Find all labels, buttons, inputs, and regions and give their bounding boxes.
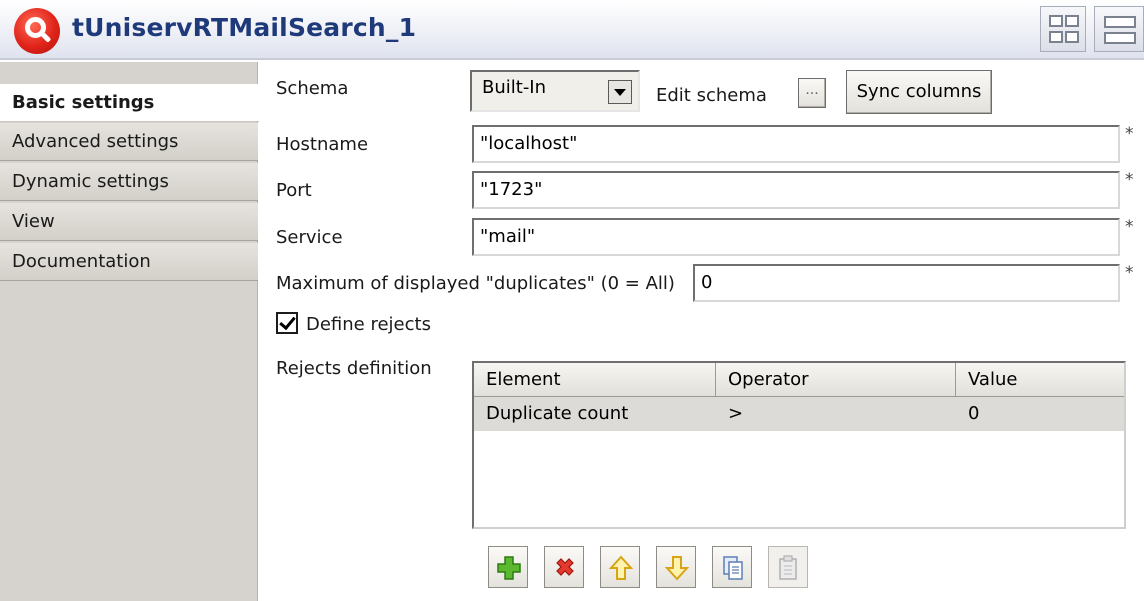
column-header-element[interactable]: Element bbox=[474, 363, 716, 397]
add-icon bbox=[497, 556, 521, 580]
max-duplicates-required-mark: * bbox=[1125, 263, 1134, 283]
max-duplicates-input[interactable]: 0 bbox=[693, 264, 1120, 302]
schema-select[interactable]: Built-In bbox=[470, 70, 640, 112]
tab-basic-settings[interactable]: Basic settings bbox=[0, 84, 259, 122]
define-rejects-label: Define rejects bbox=[306, 314, 431, 335]
delete-icon bbox=[556, 558, 574, 576]
hostname-input[interactable]: "localhost" bbox=[472, 125, 1120, 163]
cell-operator[interactable]: > bbox=[716, 397, 956, 431]
port-required-mark: * bbox=[1125, 170, 1134, 190]
move-down-button[interactable] bbox=[656, 546, 696, 588]
port-label: Port bbox=[276, 180, 312, 201]
max-duplicates-label: Maximum of displayed "duplicates" (0 = A… bbox=[276, 273, 675, 294]
hostname-label: Hostname bbox=[276, 134, 369, 155]
move-up-icon bbox=[608, 555, 634, 580]
list-view-icon[interactable] bbox=[1094, 6, 1144, 52]
cell-value[interactable]: 0 bbox=[956, 397, 1124, 431]
add-row-button[interactable] bbox=[488, 546, 528, 588]
hostname-required-mark: * bbox=[1125, 124, 1134, 144]
component-logo-icon bbox=[14, 8, 60, 54]
column-header-operator[interactable]: Operator bbox=[716, 363, 956, 397]
service-label: Service bbox=[276, 227, 343, 248]
service-input[interactable]: "mail" bbox=[472, 218, 1120, 256]
paste-button[interactable] bbox=[768, 546, 808, 588]
copy-icon bbox=[723, 556, 743, 580]
delete-row-button[interactable] bbox=[544, 546, 584, 588]
schema-select-value: Built-In bbox=[482, 77, 547, 98]
edit-schema-button[interactable]: ... bbox=[798, 78, 826, 108]
cell-element[interactable]: Duplicate count bbox=[474, 397, 716, 431]
schema-label: Schema bbox=[276, 78, 349, 99]
sync-columns-button[interactable]: Sync columns bbox=[846, 70, 992, 114]
rejects-table: Element Operator Value Duplicate count >… bbox=[472, 361, 1126, 529]
edit-schema-label: Edit schema bbox=[656, 85, 767, 106]
copy-button[interactable] bbox=[712, 546, 752, 588]
title-bar: tUniservRTMailSearch_1 bbox=[0, 0, 1144, 60]
port-input[interactable]: "1723" bbox=[472, 171, 1120, 209]
table-row[interactable]: Duplicate count > 0 bbox=[474, 397, 1124, 431]
service-required-mark: * bbox=[1125, 217, 1134, 237]
move-up-button[interactable] bbox=[600, 546, 640, 588]
settings-sidebar: Basic settings Advanced settings Dynamic… bbox=[0, 62, 259, 601]
column-header-value[interactable]: Value bbox=[956, 363, 1124, 397]
paste-icon bbox=[779, 555, 797, 580]
tab-view[interactable]: View bbox=[0, 203, 258, 241]
move-down-icon bbox=[664, 556, 690, 581]
tab-advanced-settings[interactable]: Advanced settings bbox=[0, 123, 258, 161]
grid-view-icon[interactable] bbox=[1040, 6, 1086, 52]
component-title: tUniservRTMailSearch_1 bbox=[72, 13, 417, 42]
tab-documentation[interactable]: Documentation bbox=[0, 243, 258, 281]
define-rejects-checkbox[interactable] bbox=[276, 312, 298, 334]
rejects-definition-label: Rejects definition bbox=[276, 358, 432, 379]
tab-dynamic-settings[interactable]: Dynamic settings bbox=[0, 163, 258, 201]
chevron-down-icon[interactable] bbox=[608, 80, 632, 104]
table-header: Element Operator Value bbox=[474, 363, 1124, 397]
